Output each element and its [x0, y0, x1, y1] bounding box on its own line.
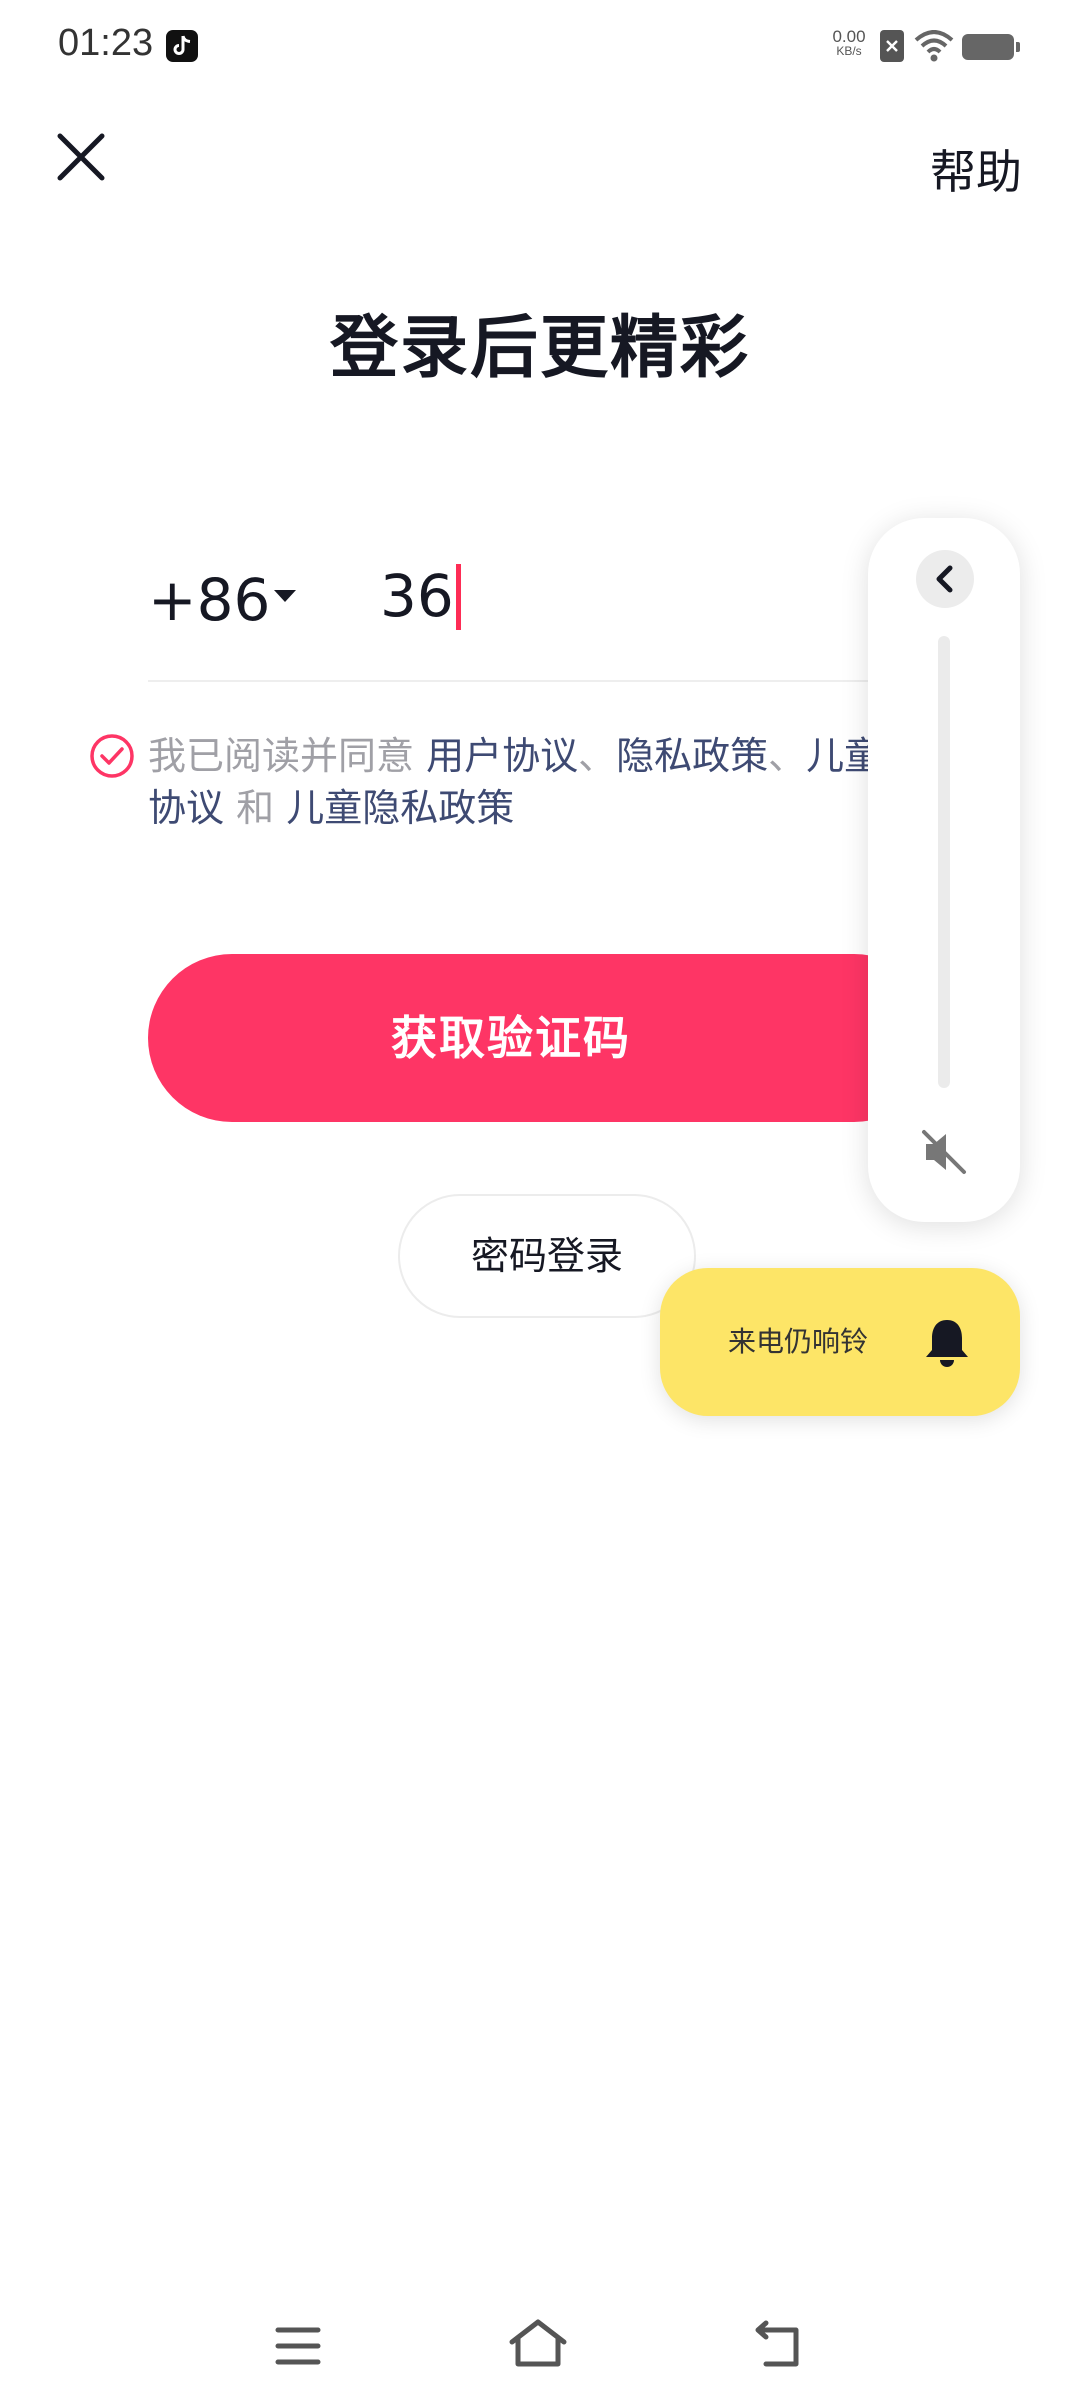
- phone-number-value: 36: [380, 562, 454, 630]
- recent-apps-button[interactable]: [274, 2324, 322, 2372]
- ring-notice-text: 来电仍响铃: [728, 1325, 869, 1358]
- page-title: 登录后更精彩: [329, 309, 750, 388]
- agreement-checkbox[interactable]: [88, 732, 136, 780]
- help-link[interactable]: 帮助: [930, 136, 1022, 202]
- phone-number-input[interactable]: 36: [380, 556, 461, 636]
- privacy-policy-link[interactable]: 隐私政策: [616, 734, 768, 778]
- volume-slider[interactable]: [938, 636, 950, 1088]
- back-button[interactable]: [752, 2320, 802, 2374]
- navigation-bar: [0, 2290, 1080, 2404]
- close-button[interactable]: [52, 128, 110, 186]
- status-time: 01:23: [58, 22, 154, 64]
- agreement-prefix: 我已阅读并同意: [148, 734, 427, 778]
- text-cursor: [455, 563, 461, 630]
- phone-input-row: +86 36: [148, 548, 908, 682]
- network-speed-unit: KB/s: [836, 44, 862, 58]
- country-code-selector[interactable]: +86: [148, 566, 270, 634]
- wifi-icon: [914, 30, 954, 66]
- home-icon: [509, 2319, 567, 2367]
- caret-down-icon[interactable]: [274, 590, 296, 602]
- tiktok-icon: [166, 30, 198, 62]
- status-bar: 01:23 0.00 KB/s: [0, 0, 1080, 96]
- get-code-label: 获取验证码: [391, 1011, 631, 1065]
- children-privacy-link[interactable]: 儿童隐私政策: [286, 786, 514, 830]
- network-speed-value: 0.00: [832, 27, 866, 46]
- conjunction: 和: [224, 786, 287, 830]
- check-circle-icon: [90, 734, 134, 778]
- network-speed: 0.00 KB/s: [826, 27, 872, 58]
- back-icon: [755, 2320, 799, 2367]
- separator: 、: [768, 734, 807, 778]
- speaker-muted-icon: [922, 1130, 966, 1174]
- bell-icon: [926, 1320, 968, 1367]
- battery-icon: [962, 34, 1020, 60]
- chevron-left-icon: [936, 565, 953, 593]
- get-code-button[interactable]: 获取验证码: [148, 954, 938, 1122]
- user-agreement-link[interactable]: 用户协议: [426, 734, 578, 778]
- close-icon: [57, 133, 105, 181]
- volume-panel: [868, 518, 1020, 1222]
- volume-collapse-button[interactable]: [916, 550, 974, 608]
- mute-toggle[interactable]: [916, 1124, 972, 1180]
- ring-notice-toast: 来电仍响铃: [660, 1268, 1020, 1416]
- sim-error-icon: [880, 30, 904, 62]
- home-button[interactable]: [508, 2318, 568, 2372]
- separator: 、: [578, 734, 617, 778]
- agreement-text: 我已阅读并同意 用户协议、隐私政策、儿童协议 和 儿童隐私政策: [148, 730, 888, 840]
- menu-icon: [275, 2327, 321, 2365]
- password-login-button[interactable]: 密码登录: [398, 1194, 696, 1318]
